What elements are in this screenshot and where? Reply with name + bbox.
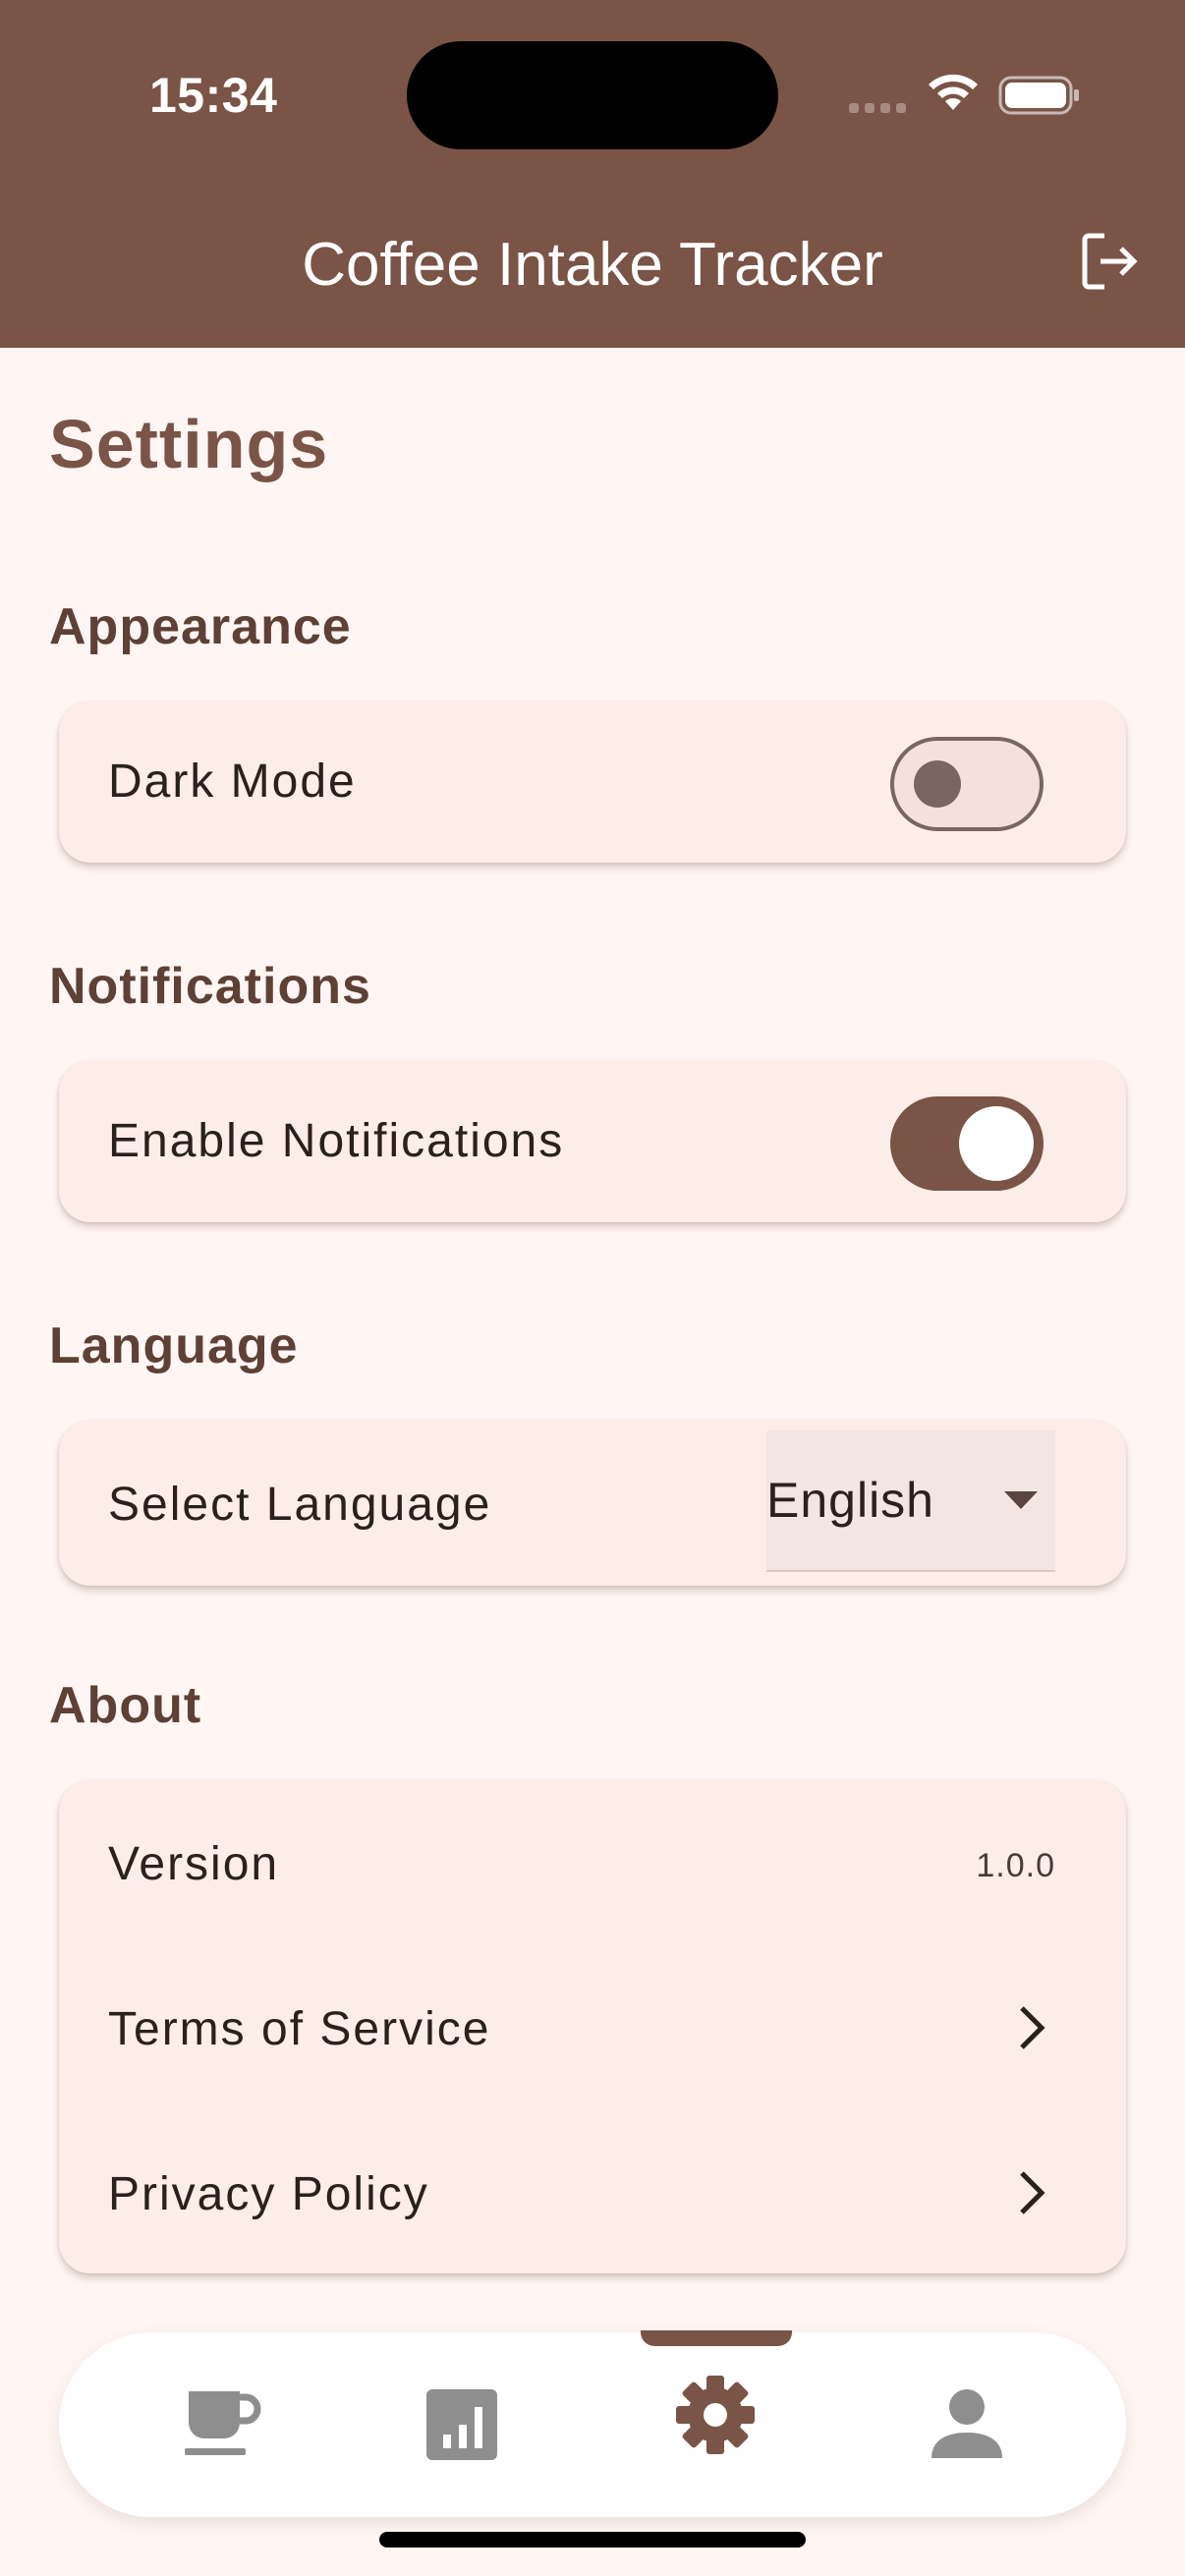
coffee-cup-icon[interactable] [175,2378,269,2472]
status-bar: 15:34 [0,0,1185,196]
app-bar: Coffee Intake Tracker [0,196,1185,348]
language-dropdown-value: English [766,1473,934,1528]
logout-icon[interactable] [1075,226,1146,297]
battery-icon [998,76,1079,115]
stats-icon[interactable] [417,2378,511,2472]
chevron-right-icon[interactable] [1016,2169,1047,2216]
terms-of-service-label[interactable]: Terms of Service [108,2002,490,2056]
toggle-knob [914,760,961,808]
select-language-label: Select Language [108,1479,492,1531]
enable-notifications-toggle[interactable] [890,1096,1044,1191]
version-value: 1.0.0 [976,1847,1055,1884]
dark-mode-label: Dark Mode [108,756,357,808]
dynamic-island [407,41,778,149]
section-title-about: About [49,1677,202,1734]
section-title-appearance: Appearance [49,598,352,655]
section-title-language: Language [49,1317,299,1374]
dropdown-arrow-icon [1004,1491,1038,1509]
active-tab-indicator [641,2330,792,2346]
wifi-icon [929,74,978,110]
bottom-navigation [59,2330,1126,2517]
page-title: Settings [49,406,329,482]
dark-mode-card: Dark Mode [59,701,1126,863]
language-card: Select Language English [59,1421,1126,1586]
language-dropdown[interactable]: English [766,1430,1055,1572]
profile-icon[interactable] [920,2378,1014,2472]
enable-notifications-label: Enable Notifications [108,1115,565,1167]
settings-gear-icon[interactable] [668,2368,762,2462]
dark-mode-toggle[interactable] [890,737,1044,831]
chevron-right-icon[interactable] [1016,2004,1047,2051]
home-indicator [379,2532,806,2548]
signal-icon [849,103,906,113]
app-title: Coffee Intake Tracker [302,231,883,299]
status-time: 15:34 [149,68,278,123]
about-card: Version 1.0.0 Terms of Service Privacy P… [59,1780,1126,2273]
privacy-policy-label[interactable]: Privacy Policy [108,2167,429,2221]
section-title-notifications: Notifications [49,958,371,1015]
version-label: Version [108,1838,280,1890]
toggle-knob [959,1106,1034,1181]
notifications-card: Enable Notifications [59,1061,1126,1222]
